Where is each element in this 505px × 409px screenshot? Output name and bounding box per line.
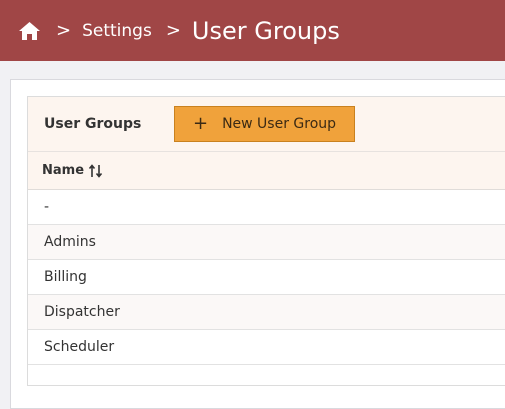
column-header-label: Name <box>42 163 85 178</box>
row-name: Billing <box>44 269 87 285</box>
plus-icon: + <box>192 113 209 134</box>
table-row[interactable]: Admins <box>28 225 505 260</box>
row-name: Dispatcher <box>44 304 120 320</box>
row-name: Admins <box>44 234 96 250</box>
table-row[interactable]: Scheduler <box>28 330 505 365</box>
breadcrumb-separator: > <box>165 19 181 41</box>
sort-icon[interactable] <box>88 163 104 179</box>
row-name: Scheduler <box>44 339 115 355</box>
page-title: User Groups <box>191 16 340 45</box>
breadcrumb-separator: > <box>56 19 72 41</box>
table-row[interactable]: Dispatcher <box>28 295 505 330</box>
new-user-group-label: New User Group <box>222 116 337 132</box>
panel-title: User Groups <box>44 116 142 132</box>
breadcrumb-settings-link[interactable]: Settings <box>82 21 152 41</box>
table-row[interactable]: - <box>28 190 505 225</box>
home-icon[interactable] <box>18 20 42 42</box>
panel-header: User Groups + New User Group <box>28 97 505 152</box>
row-name: - <box>44 199 50 215</box>
top-bar: > Settings > User Groups <box>0 0 505 61</box>
column-header-name[interactable]: Name <box>28 152 505 190</box>
new-user-group-button[interactable]: + New User Group <box>174 106 355 142</box>
user-groups-panel: User Groups + New User Group Name - Admi… <box>27 96 505 386</box>
content-card: User Groups + New User Group Name - Admi… <box>10 79 505 409</box>
table-row[interactable]: Billing <box>28 260 505 295</box>
